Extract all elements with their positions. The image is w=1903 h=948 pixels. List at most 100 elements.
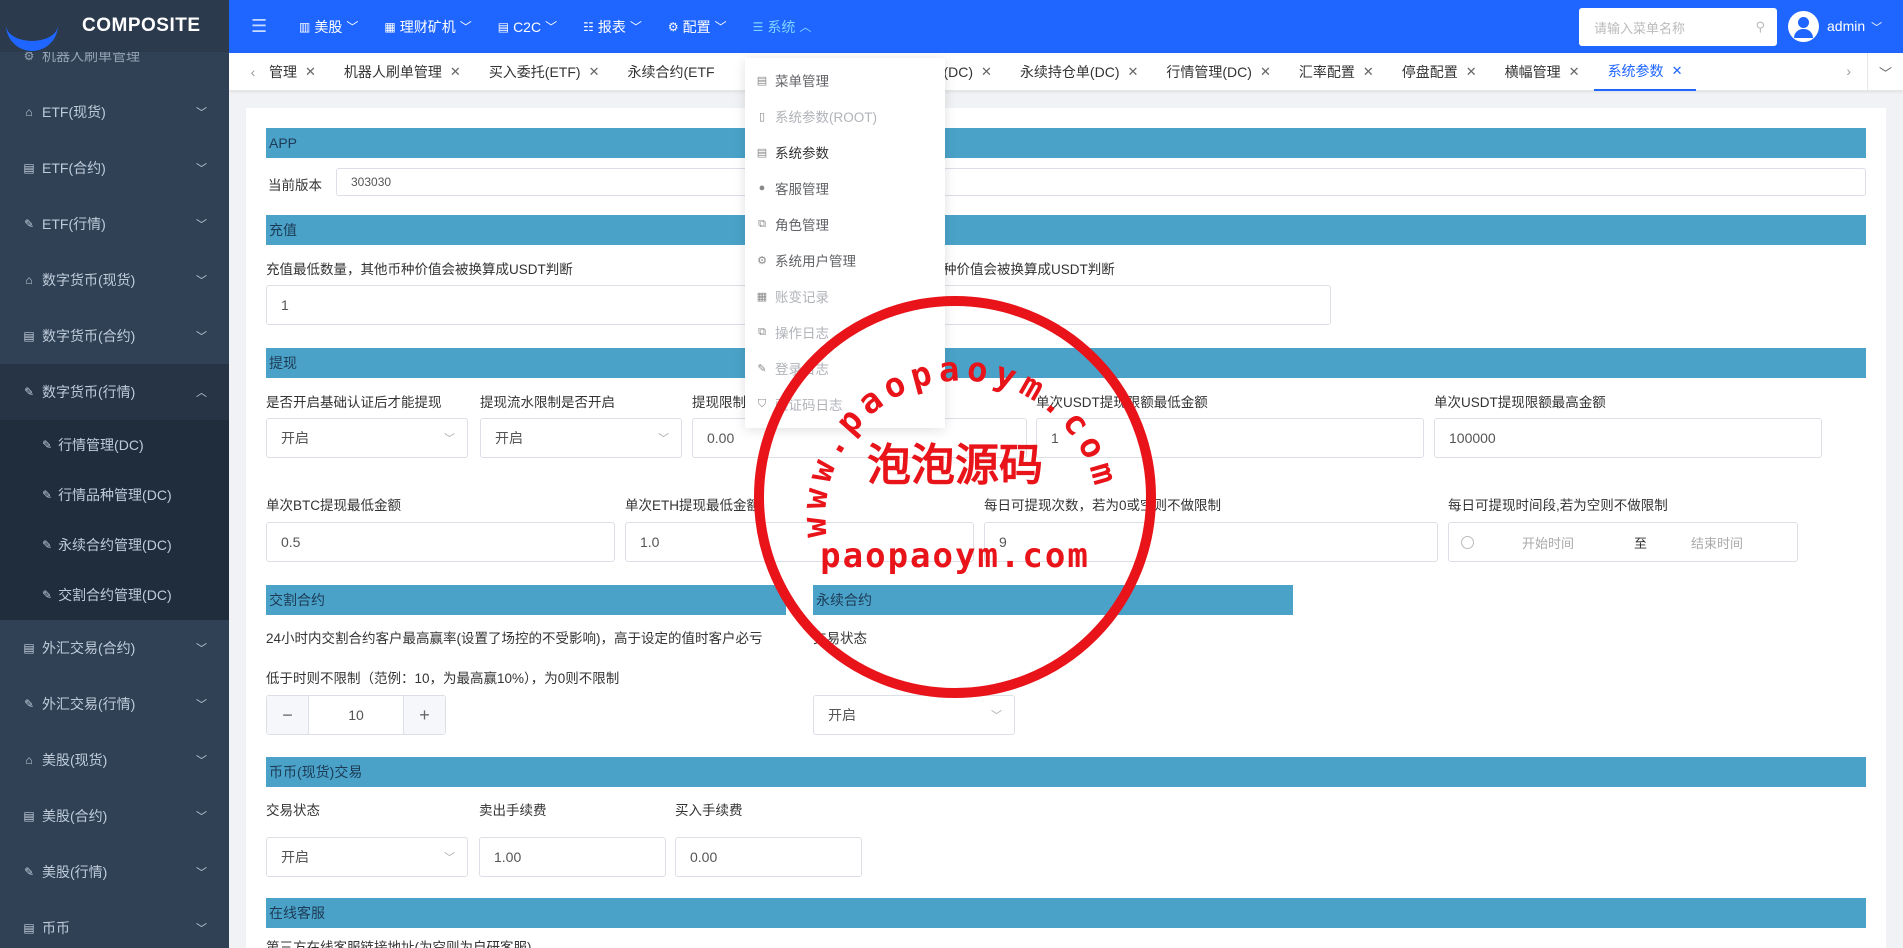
menu-item-system-params-root[interactable]: ▯ 系统参数(ROOT)	[745, 98, 945, 134]
menu-search-input[interactable]: 请输入菜单名称 ⚲	[1579, 8, 1777, 46]
menu-item-captcha-log[interactable]: ⛉ 验证码日志	[745, 386, 945, 422]
sidebar-item-etf-contract[interactable]: ▤ ETF(合约) ﹀	[0, 140, 229, 196]
daily-count-input[interactable]: 9	[984, 522, 1438, 562]
menu-item-account-changes[interactable]: ▦ 账变记录	[745, 278, 945, 314]
spot-status-select[interactable]: 开启 ﹀	[266, 837, 468, 877]
decrement-button[interactable]: −	[267, 696, 309, 734]
withdraw-auth-select[interactable]: 开启 ﹀	[266, 418, 468, 458]
sidebar-item-us-contract[interactable]: ▤ 美股(合约) ﹀	[0, 788, 229, 844]
tab-robot[interactable]: 机器人刷单管理 ✕	[330, 53, 475, 91]
menu-item-role-manage[interactable]: ⧉ 角色管理	[745, 206, 945, 242]
tabs-prev-icon[interactable]: ‹	[243, 64, 263, 80]
menu-item-label: 菜单管理	[775, 74, 829, 89]
nav-config[interactable]: ⚙ 配置 ﹀	[668, 17, 727, 37]
nav-label: 报表	[597, 18, 626, 35]
sidebar-item-us-spot[interactable]: ⌂ 美股(现货) ﹀	[0, 732, 229, 788]
tab-label: 汇率配置	[1298, 63, 1355, 80]
nav-system[interactable]: ☰ 系统 ︿	[753, 17, 812, 37]
sidebar-item-coin[interactable]: ▤ 币币 ﹀	[0, 900, 229, 948]
nav-us-stock[interactable]: ▥ 美股 ﹀	[299, 17, 358, 37]
section-recharge: 充值	[266, 215, 1866, 245]
sidebar-item-dc-market[interactable]: ✎ 数字货币(行情) ︿	[0, 364, 229, 420]
section-title: APP	[269, 135, 298, 151]
menu-item-system-users[interactable]: ⚙ 系统用户管理	[745, 242, 945, 278]
stepper-value[interactable]: 10	[309, 696, 403, 734]
shop-icon: ⌂	[25, 273, 33, 287]
avatar[interactable]	[1788, 11, 1819, 42]
tab-perpetual-position-dc[interactable]: 永续持仓单(DC) ✕	[1006, 53, 1152, 91]
sidebar-item-us-market[interactable]: ✎ 美股(行情) ﹀	[0, 844, 229, 900]
section-withdraw: 提现	[266, 348, 1866, 378]
plus-icon: +	[419, 704, 430, 725]
tab-label: 永续合约(ETF	[627, 63, 715, 80]
menu-item-operation-log[interactable]: ⧉ 操作日志	[745, 314, 945, 350]
tab-label: 永续持仓单(DC)	[1019, 63, 1120, 80]
input-value: 9	[999, 534, 1007, 550]
recharge-min-input[interactable]: 1	[266, 285, 776, 325]
tab-banner[interactable]: 横幅管理 ✕	[1491, 53, 1594, 91]
close-icon[interactable]: ✕	[450, 64, 461, 80]
sidebar-item-label: 数字货币(合约)	[42, 328, 136, 344]
nav-c2c[interactable]: ▤ C2C ﹀	[498, 18, 557, 35]
list-icon: ☷	[583, 19, 594, 34]
win-rate-stepper[interactable]: − 10 +	[266, 695, 446, 735]
tabs-next-icon[interactable]: ›	[1846, 63, 1851, 79]
eth-min-input[interactable]: 1.0	[625, 522, 974, 562]
menu-item-login-log[interactable]: ✎ 登录日志	[745, 350, 945, 386]
menu-item-label: 验证码日志	[775, 398, 843, 413]
chevron-down-icon: ﹀	[658, 433, 669, 445]
usdt-max-input[interactable]: 100000	[1434, 418, 1822, 458]
nav-mining[interactable]: ▦ 理财矿机 ﹀	[384, 17, 471, 37]
sidebar-subitem-market-variety[interactable]: ✎ 行情品种管理(DC)	[0, 470, 229, 520]
usdt-min-input[interactable]: 1	[1036, 418, 1424, 458]
close-icon[interactable]: ✕	[589, 64, 600, 80]
close-icon[interactable]: ✕	[1363, 64, 1374, 80]
section-perpetual: 永续合约	[813, 585, 1293, 615]
sidebar-item-dc-spot[interactable]: ⌂ 数字货币(现货) ﹀	[0, 252, 229, 308]
sidebar-subitem-perpetual[interactable]: ✎ 永续合约管理(DC)	[0, 520, 229, 570]
close-icon[interactable]: ✕	[1466, 64, 1477, 80]
tabs-menu-button[interactable]: ﹀	[1867, 53, 1903, 91]
close-icon[interactable]: ✕	[1260, 64, 1271, 80]
tab-halt[interactable]: 停盘配置 ✕	[1388, 53, 1491, 91]
sidebar-item-fx-market[interactable]: ✎ 外汇交易(行情) ﹀	[0, 676, 229, 732]
btc-min-input[interactable]: 0.5	[266, 522, 615, 562]
close-icon[interactable]: ✕	[1127, 64, 1138, 80]
menu-item-customer-service[interactable]: ● 客服管理	[745, 170, 945, 206]
range-separator: 至	[1634, 535, 1648, 551]
increment-button[interactable]: +	[403, 696, 445, 734]
menu-item-menu-manage[interactable]: ▤ 菜单管理	[745, 62, 945, 98]
sidebar-subitem-market-manage[interactable]: ✎ 行情管理(DC)	[0, 420, 229, 470]
withdraw-flow-select[interactable]: 开启 ﹀	[480, 418, 682, 458]
tab-buy-etf[interactable]: 买入委托(ETF) ✕	[475, 53, 614, 91]
menu-item-system-params[interactable]: ▤ 系统参数	[745, 134, 945, 170]
tab-system-params[interactable]: 系统参数 ✕	[1593, 53, 1697, 91]
topbar: ☰ ▥ 美股 ﹀ ▦ 理财矿机 ﹀ ▤ C2C ﹀ ☷ 报表 ﹀ ⚙ 配置 ﹀ ☰ 系统 ︿ 请输入菜单…	[229, 0, 1903, 53]
tab-manage[interactable]: 管理 ✕	[263, 53, 330, 91]
version-value: 303030	[351, 175, 392, 189]
nav-report[interactable]: ☷ 报表 ﹀	[583, 17, 642, 37]
sell-fee-input[interactable]: 1.00	[479, 837, 666, 877]
buy-fee-input[interactable]: 0.00	[675, 837, 862, 877]
hamburger-icon[interactable]: ☰	[251, 16, 271, 37]
sidebar-subitem-delivery[interactable]: ✎ 交割合约管理(DC)	[0, 570, 229, 620]
logo-bar: COMPOSITE	[0, 0, 229, 52]
sidebar-item-label: 美股(行情)	[42, 864, 108, 880]
sidebar-item-etf-spot[interactable]: ⌂ ETF(现货) ﹀	[0, 84, 229, 140]
doc-icon: ▤	[23, 161, 35, 175]
close-icon[interactable]: ✕	[305, 64, 316, 80]
tab-label: 横幅管理	[1504, 63, 1561, 80]
time-range-picker[interactable]: 开始时间 至 结束时间	[1448, 522, 1798, 562]
tab-exchange-rate[interactable]: 汇率配置 ✕	[1285, 53, 1388, 91]
close-icon[interactable]: ✕	[1672, 63, 1683, 79]
sidebar-item-etf-market[interactable]: ✎ ETF(行情) ﹀	[0, 196, 229, 252]
tab-market-dc[interactable]: 行情管理(DC) ✕	[1152, 53, 1284, 91]
sidebar-item-dc-contract[interactable]: ▤ 数字货币(合约) ﹀	[0, 308, 229, 364]
role-icon: ⧉	[758, 325, 766, 338]
user-menu[interactable]: admin ﹀	[1827, 18, 1882, 35]
sidebar-item-fx-contract[interactable]: ▤ 外汇交易(合约) ﹀	[0, 620, 229, 676]
close-icon[interactable]: ✕	[981, 64, 992, 80]
perpetual-status-select[interactable]: 开启 ﹀	[813, 695, 1015, 735]
close-icon[interactable]: ✕	[1569, 64, 1580, 80]
version-input[interactable]: 303030	[336, 168, 1866, 196]
